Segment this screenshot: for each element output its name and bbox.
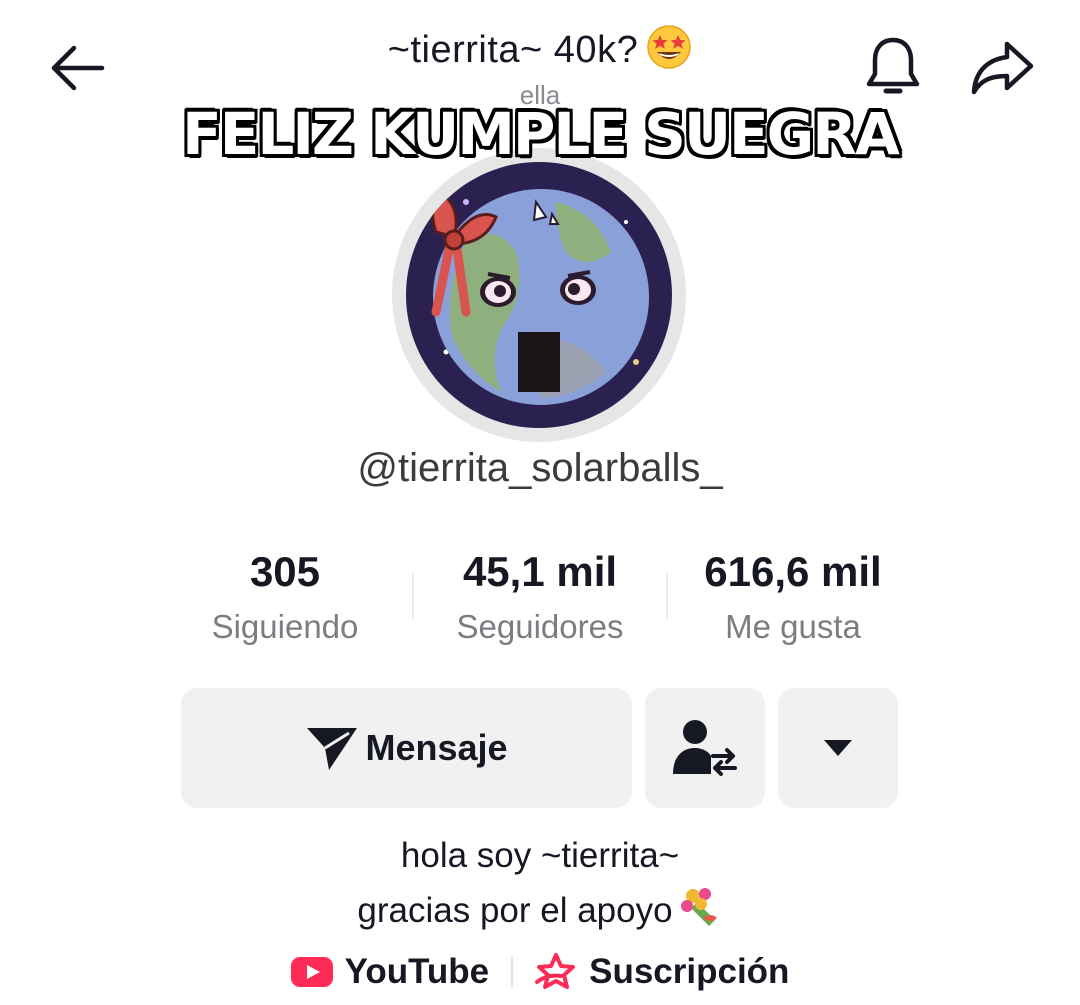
avatar-image xyxy=(406,162,672,428)
subscription-link[interactable]: Suscripción xyxy=(535,952,789,992)
bio-line-1: hola soy ~tierrita~ xyxy=(400,836,680,875)
stat-following[interactable]: 305 Siguiendo xyxy=(155,548,415,646)
bouquet-emoji-icon xyxy=(679,886,723,939)
stat-likes[interactable]: 616,6 mil Me gusta xyxy=(663,548,923,646)
followers-label: Seguidores xyxy=(456,608,624,645)
following-count: 305 xyxy=(249,548,321,595)
overlay-caption: FELIZ KUMPLE SUEGRA xyxy=(182,100,900,168)
message-button[interactable]: Mensaje xyxy=(181,688,632,808)
more-options-button[interactable] xyxy=(778,688,898,808)
youtube-link[interactable]: YouTube xyxy=(290,952,490,992)
star-struck-emoji-icon xyxy=(646,24,692,80)
following-label: Siguiendo xyxy=(211,608,359,645)
link-divider xyxy=(511,956,514,988)
friends-button[interactable] xyxy=(645,688,765,808)
likes-count: 616,6 mil xyxy=(704,548,882,595)
youtube-icon xyxy=(290,957,333,987)
caret-down-icon xyxy=(824,740,852,756)
bio-line-2-text: gracias por el apoyo xyxy=(357,890,673,930)
title-text: ~tierrita~ 40k? xyxy=(387,29,639,72)
subscription-label: Suscripción xyxy=(589,952,790,991)
avatar[interactable] xyxy=(406,162,672,428)
subscription-star-icon xyxy=(535,953,576,989)
youtube-label: YouTube xyxy=(344,952,490,991)
stat-followers[interactable]: 45,1 mil Seguidores xyxy=(410,548,670,646)
profile-links: YouTube Suscripción xyxy=(0,952,1080,992)
send-icon xyxy=(307,728,358,770)
person-swap-icon xyxy=(673,720,737,776)
likes-label: Me gusta xyxy=(725,608,861,645)
username: @tierrita_solarballs_ xyxy=(357,446,723,490)
followers-count: 45,1 mil xyxy=(462,548,618,595)
message-label: Mensaje xyxy=(365,727,508,768)
bio-line-2: gracias por el apoyo xyxy=(0,886,1080,939)
